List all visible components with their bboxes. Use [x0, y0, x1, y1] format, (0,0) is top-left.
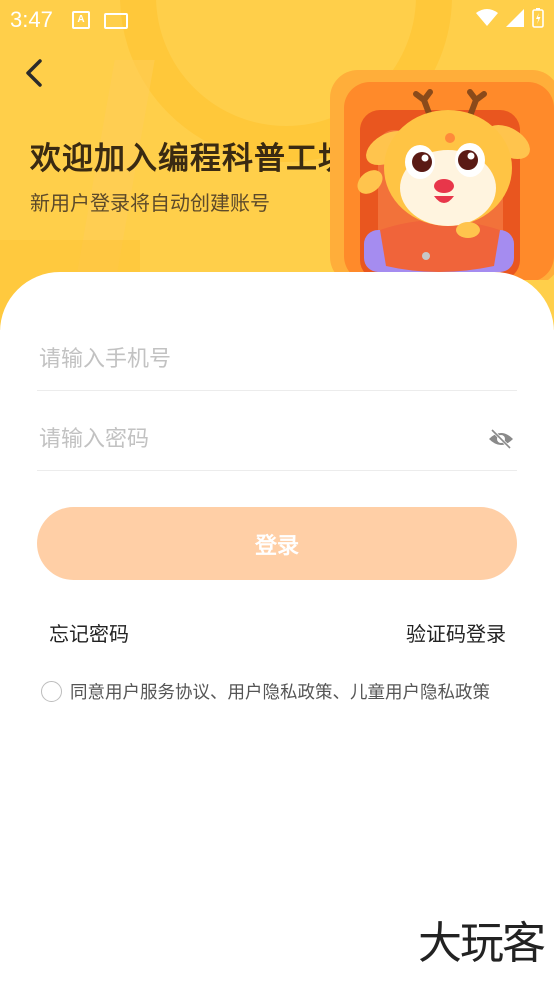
wifi-icon	[476, 9, 498, 26]
code-login-link[interactable]: 验证码登录	[406, 618, 506, 647]
agreement-text[interactable]: 同意用户服务协议、用户隐私政策、儿童用户隐私政策	[70, 679, 490, 704]
deer-mascot-illustration	[330, 70, 554, 280]
agreement-row: 同意用户服务协议、用户隐私政策、儿童用户隐私政策	[41, 679, 490, 704]
phone-field[interactable]	[37, 328, 517, 391]
password-field[interactable]	[37, 408, 517, 471]
page-subtitle: 新用户登录将自动创建账号	[30, 193, 270, 215]
forgot-password-link[interactable]: 忘记密码	[49, 618, 129, 647]
status-icons	[476, 8, 544, 28]
status-bar: 3:47 A	[0, 0, 554, 38]
password-input[interactable]	[37, 425, 481, 453]
login-button[interactable]: 登录	[37, 507, 517, 580]
phone-input[interactable]	[37, 345, 481, 373]
app-notification-icon: A	[72, 11, 90, 29]
back-arrow-icon[interactable]	[18, 56, 52, 90]
battery-icon	[532, 8, 544, 28]
agreement-radio[interactable]	[41, 681, 62, 702]
status-time: 3:47	[10, 7, 53, 32]
watermark-logo: 大玩客	[418, 918, 546, 969]
page-title: 欢迎加入编程科普工坊	[30, 141, 350, 176]
signal-icon	[506, 9, 524, 27]
keyboard-icon	[104, 13, 128, 29]
hide-password-icon[interactable]	[487, 428, 515, 450]
